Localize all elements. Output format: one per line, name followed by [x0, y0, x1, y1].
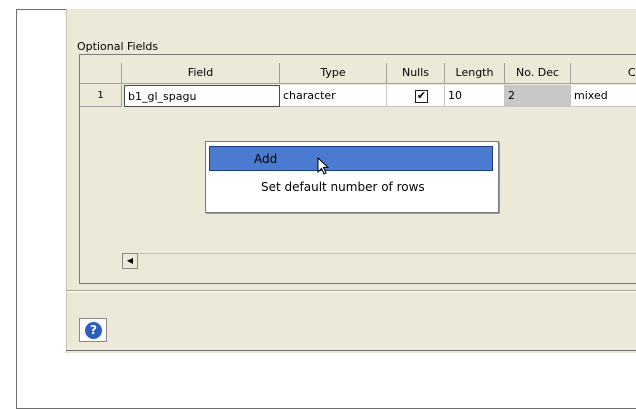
nulls-checkbox[interactable]: ✔: [415, 90, 428, 103]
menu-item-set-default-rows[interactable]: Set default number of rows: [209, 175, 493, 200]
length-cell[interactable]: 10: [445, 85, 505, 107]
case-cell[interactable]: mixed: [571, 85, 636, 107]
column-header-field[interactable]: Field: [122, 63, 280, 84]
optional-fields-label: Optional Fields: [77, 40, 159, 53]
column-header-length[interactable]: Length: [445, 63, 505, 84]
context-menu: Add Set default number of rows: [205, 141, 499, 213]
column-header-case[interactable]: Cas: [571, 63, 636, 84]
dialog-left-border: [66, 9, 67, 353]
menu-item-add[interactable]: Add: [209, 146, 493, 171]
row-number[interactable]: 1: [80, 85, 122, 107]
horizontal-scrollbar[interactable]: [122, 253, 636, 270]
mouse-cursor-icon: [317, 157, 330, 175]
type-cell[interactable]: character: [280, 85, 387, 107]
column-header-type[interactable]: Type: [280, 63, 387, 84]
help-button[interactable]: ?: [79, 318, 107, 342]
menu-item-add-label: Add: [254, 152, 278, 166]
menu-item-set-default-rows-label: Set default number of rows: [261, 180, 425, 194]
separator-light: [66, 291, 636, 292]
dialog-bottom-border: [66, 350, 636, 351]
no-dec-cell[interactable]: 2: [505, 85, 571, 107]
field-cell[interactable]: b1_gl_spagu: [124, 85, 280, 107]
help-icon: ?: [85, 322, 102, 339]
scroll-left-arrow-icon[interactable]: ◀: [122, 253, 138, 269]
column-header-no-dec[interactable]: No. Dec: [505, 63, 571, 84]
column-header-nulls[interactable]: Nulls: [387, 63, 445, 84]
grid-corner-header: [80, 63, 122, 84]
